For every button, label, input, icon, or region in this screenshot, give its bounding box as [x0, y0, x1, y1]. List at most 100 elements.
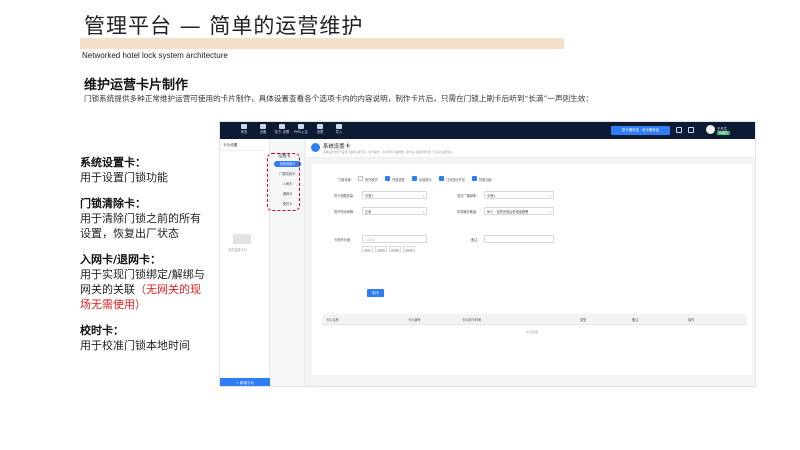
open-time-label: 常开时间间隔： — [334, 210, 357, 214]
card-reader-status-button[interactable]: 发卡器未连 · 读卡器未连 — [611, 126, 670, 135]
lock-settings-label: 门锁设置： — [338, 178, 354, 182]
column-header: 类型 — [580, 318, 587, 322]
import-icon — [336, 124, 342, 129]
checkbox-label: 防撬功能 — [479, 178, 492, 182]
table-empty-text: 暂无数据 — [525, 330, 538, 334]
checkbox-label: 反锁提示 — [419, 178, 432, 182]
page-title: 系统设置卡 — [323, 144, 350, 150]
open-time-select[interactable]: 正常 ▾ — [362, 207, 427, 215]
broadcast-select[interactable]: 中音4 ▾ — [484, 191, 554, 199]
empty-image-icon — [233, 234, 251, 244]
checkbox-lock-reminder[interactable] — [412, 176, 417, 181]
pms-icon — [298, 124, 304, 129]
home-icon — [241, 124, 247, 129]
slide-title: 管理平台 — 简单的运营维护 — [84, 14, 364, 38]
divider — [220, 150, 270, 151]
nav-item-settings[interactable]: 设置 — [310, 124, 330, 134]
card-title: 门锁清除卡： — [80, 197, 146, 210]
nav-item-room-status[interactable]: 房态 — [234, 124, 254, 134]
volume-label: 低卡提醒音量： — [334, 194, 357, 198]
remark-label: 备注： — [471, 238, 481, 242]
sidebar-empty-text: 请先选择卡片 — [228, 248, 248, 252]
checkbox-anti-pry[interactable] — [472, 176, 477, 181]
nav-label: PMS入住 — [294, 130, 308, 134]
preset-chip[interactable]: 2000 — [389, 246, 401, 252]
column-header: 卡片编号 — [408, 318, 421, 322]
nav-item-device[interactable]: 设备 — [253, 124, 273, 134]
preset-chip[interactable]: 5000 — [403, 246, 415, 252]
make-card-button[interactable]: 制卡 — [367, 289, 384, 297]
slide: 管理平台 — 简单的运营维护 Networked hotel lock syst… — [0, 0, 800, 450]
nav-label: 导入 — [335, 130, 343, 134]
checkbox-unlock-voice[interactable] — [385, 176, 390, 181]
slide-subtitle: Networked hotel lock system architecture — [82, 51, 228, 60]
nav-item-import[interactable]: 导入 — [329, 124, 349, 134]
preset-chip[interactable]: 1000 — [375, 246, 387, 252]
chevron-down-icon: ▾ — [549, 210, 551, 214]
nav-label: 发卡 设置 — [274, 130, 290, 134]
select-value: NFC · 自然充电后低电量报警 — [487, 210, 529, 214]
checkbox-label: 开锁语音 — [392, 178, 405, 182]
message-icon[interactable] — [676, 127, 682, 133]
settings-icon — [311, 143, 320, 152]
chevron-down-icon: ▾ — [422, 194, 424, 198]
broadcast-label: 蓝牙广播频率： — [457, 194, 480, 198]
nav-label: 房态 — [240, 130, 248, 134]
nav-label: 设备 — [259, 130, 267, 134]
user-role-badge: 管理员 — [717, 131, 731, 135]
column-header: 操作 — [688, 318, 695, 322]
settings-form: 门锁设置： 常开模式 开锁语音 反锁提示 门铃提示开关 防撬功能 低卡提醒音量：… — [312, 164, 752, 375]
card-descriptions: 系统设置卡： 用于设置门锁功能 门锁清除卡： 用于清除门锁之前的所有设置，恢复出… — [80, 155, 210, 364]
top-navbar: 房态 设备 发卡 设置 PMS入住 设置 导入 发卡器未连 · 读卡器未连 王先… — [220, 122, 755, 139]
column-header: 卡片制卡时间 — [462, 318, 482, 322]
card-icon — [279, 124, 285, 129]
main-content: 系统设置卡 系统设置卡用于设置门锁的功能开关、常开模式、房间号等门锁参数，刷卡后… — [306, 139, 755, 386]
card-time-sync: 校时卡： 用于校准门锁本地时间 — [80, 323, 210, 353]
card-body: 用于实现门锁绑定/解绑与网关的关联（无网关的现场无需使用） — [80, 267, 210, 312]
nav-item-card-settings[interactable]: 发卡 设置 — [272, 124, 292, 134]
card-lock-clear: 门锁清除卡： 用于清除门锁之前的所有设置，恢复出厂状态 — [80, 196, 210, 241]
card-sidebar: 卡片设置 请先选择卡片 + 新增卡片 — [220, 139, 270, 386]
card-system-settings: 系统设置卡： 用于设置门锁功能 — [80, 155, 210, 185]
preset-chip[interactable]: 500 — [362, 246, 373, 252]
app-screenshot: 房态 设备 发卡 设置 PMS入住 设置 导入 发卡器未连 · 读卡器未连 王先… — [219, 121, 756, 387]
checkbox-normally-open[interactable] — [358, 176, 363, 181]
card-length-input[interactable]: 11000 — [362, 235, 427, 243]
nav-item-pms[interactable]: PMS入住 — [291, 124, 311, 134]
chevron-down-icon: ▾ — [422, 210, 424, 214]
remark-input[interactable] — [484, 235, 554, 243]
highlight-box — [267, 153, 300, 211]
column-header: 备注 — [632, 318, 639, 322]
section-description: 门锁系统提供多种正常维护运营可使用的卡片制作，具体设置查看各个选项卡内的内容说明… — [84, 94, 593, 103]
card-body: 用于清除门锁之前的所有设置，恢复出厂状态 — [80, 212, 201, 240]
sensor-select[interactable]: NFC · 自然充电后低电量报警 ▾ — [484, 207, 554, 215]
select-value: 中音4 — [487, 194, 496, 198]
card-title: 校时卡： — [80, 324, 124, 337]
device-icon — [260, 124, 266, 129]
gear-icon — [317, 124, 323, 129]
card-length-label: 卡密码长度： — [334, 238, 354, 242]
section-heading: 维护运营卡片制作 — [84, 78, 189, 93]
volume-select[interactable]: 中音2 ▾ — [362, 191, 427, 199]
select-value: 正常 — [365, 210, 372, 214]
card-network: 入网卡/退网卡： 用于实现门锁绑定/解绑与网关的关联（无网关的现场无需使用） — [80, 252, 210, 312]
checkbox-label: 门铃提示开关 — [446, 178, 466, 182]
column-header: 卡片名称 — [326, 318, 339, 322]
page-description: 系统设置卡用于设置门锁的功能开关、常开模式、房间号等门锁参数，刷卡后门锁听到长滴… — [323, 150, 455, 154]
card-body: 用于校准门锁本地时间 — [80, 339, 190, 352]
content-header: 系统设置卡 系统设置卡用于设置门锁的功能开关、常开模式、房间号等门锁参数，刷卡后… — [306, 139, 755, 158]
avatar[interactable] — [706, 125, 715, 134]
select-value: 中音2 — [365, 194, 374, 198]
add-card-button[interactable]: + 新增卡片 — [220, 378, 270, 386]
checkbox-label: 常开模式 — [365, 178, 378, 182]
card-body: 用于设置门锁功能 — [80, 171, 168, 184]
sidebar-title: 卡片设置 — [223, 143, 238, 147]
table-header: 卡片名称 卡片编号 卡片制卡时间 类型 备注 操作 — [322, 314, 747, 325]
chevron-down-icon: ▾ — [549, 194, 551, 198]
nav-label: 设置 — [316, 130, 324, 134]
fullscreen-icon[interactable] — [688, 127, 694, 133]
sensor-label: 传感器灵敏度： — [457, 210, 480, 214]
checkbox-doorbell[interactable] — [439, 176, 444, 181]
card-title: 系统设置卡： — [80, 156, 146, 169]
card-title: 入网卡/退网卡： — [80, 253, 162, 266]
